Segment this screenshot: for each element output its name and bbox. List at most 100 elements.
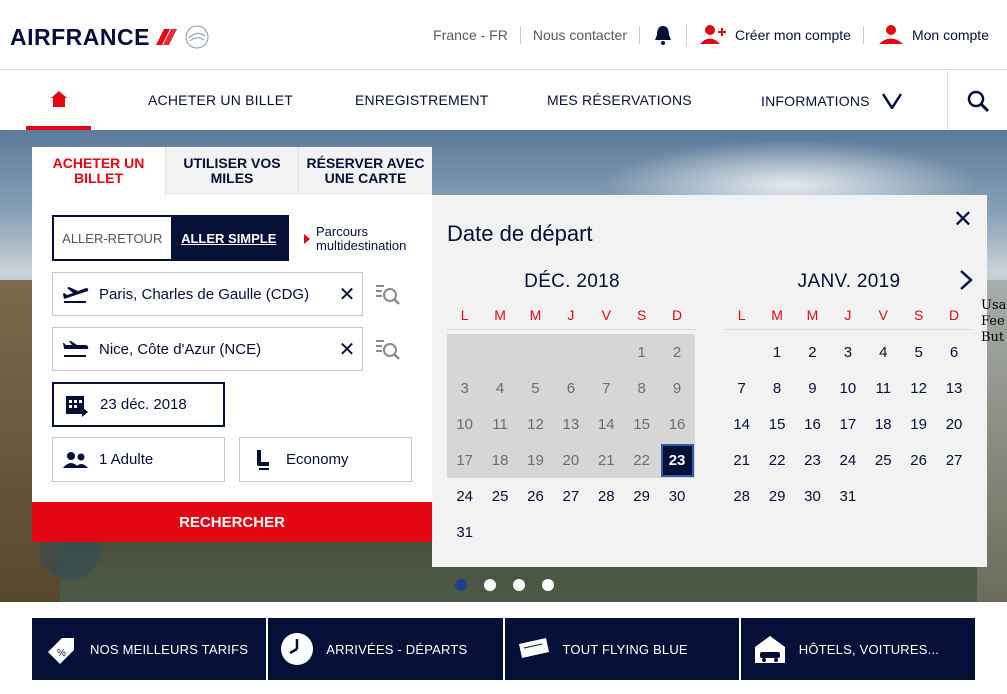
calendar-day[interactable]: 13: [936, 370, 971, 406]
calendar-day[interactable]: 6: [936, 334, 971, 370]
airfrance-logo[interactable]: AIRFRANCE: [10, 22, 212, 52]
calendar-day[interactable]: 9: [795, 370, 830, 406]
calendar-day[interactable]: 31: [830, 478, 865, 514]
calendar-day[interactable]: 26: [518, 478, 553, 514]
hotel-car-icon: [741, 633, 799, 665]
calendar-day[interactable]: 4: [866, 334, 901, 370]
clear-origin-icon[interactable]: ✕: [332, 282, 362, 307]
calendar-day[interactable]: 29: [759, 478, 794, 514]
contact-link[interactable]: Nous contacter: [521, 26, 641, 44]
one-way-option[interactable]: ALLER SIMPLE: [170, 217, 287, 259]
home-button[interactable]: [26, 71, 91, 130]
weekday-header: LMMJVSD: [724, 307, 974, 330]
country-selector[interactable]: France - FR: [421, 26, 521, 44]
search-airport-destination-icon[interactable]: [374, 335, 402, 363]
calendar-day[interactable]: 27: [936, 442, 971, 478]
calendar-day: 16: [659, 406, 695, 442]
close-icon[interactable]: ✕: [953, 205, 973, 234]
calendar-day[interactable]: 30: [795, 478, 830, 514]
calendar-day[interactable]: 24: [830, 442, 865, 478]
calendar-empty-cell: [588, 334, 624, 370]
my-account-link[interactable]: Mon compte: [862, 25, 1001, 44]
origin-field[interactable]: Paris, Charles de Gaulle (CDG) ✕: [52, 272, 363, 316]
round-trip-option[interactable]: ALLER-RETOUR: [54, 217, 171, 259]
skyteam-seal-icon: [185, 25, 209, 49]
tab-use-miles[interactable]: UTILISER VOS MILES: [165, 147, 298, 195]
search-flights-button[interactable]: RECHERCHER: [32, 502, 432, 542]
search-airport-origin-icon[interactable]: [374, 280, 402, 308]
cabin-field[interactable]: Economy: [239, 437, 412, 482]
seat-icon: [240, 448, 286, 472]
calendar-day[interactable]: 19: [901, 406, 936, 442]
create-account-link[interactable]: Créer mon compte: [687, 25, 863, 44]
calendar-day[interactable]: 2: [795, 334, 830, 370]
overflow-line: Fee: [981, 314, 1005, 329]
calendar-day[interactable]: 30: [659, 478, 694, 514]
departure-date-value: 23 déc. 2018: [100, 396, 187, 413]
calendar-day[interactable]: 22: [759, 442, 794, 478]
calendar-day[interactable]: 27: [553, 478, 588, 514]
calendar-day[interactable]: 14: [724, 406, 759, 442]
calendar-day[interactable]: 5: [901, 334, 936, 370]
calendar-day[interactable]: 24: [447, 478, 482, 514]
calendar-day[interactable]: 28: [589, 478, 624, 514]
carousel-dot[interactable]: [455, 579, 467, 591]
calendar-day: 17: [447, 442, 483, 478]
carousel-dot[interactable]: [484, 579, 496, 591]
calendar-day[interactable]: 29: [624, 478, 659, 514]
passengers-field[interactable]: 1 Adulte: [52, 437, 225, 482]
calendar-day[interactable]: 25: [866, 442, 901, 478]
calendar-day[interactable]: 18: [866, 406, 901, 442]
calendar-day[interactable]: 16: [795, 406, 830, 442]
calendar-day: 10: [447, 406, 483, 442]
calendar-day[interactable]: 25: [482, 478, 517, 514]
calendar-day[interactable]: 1: [759, 334, 794, 370]
calendar-day[interactable]: 10: [830, 370, 865, 406]
clear-destination-icon[interactable]: ✕: [332, 337, 362, 362]
quick-link-flying-blue[interactable]: TOUT FLYING BLUE: [504, 618, 739, 680]
nav-checkin[interactable]: ENREGISTREMENT: [355, 71, 488, 130]
multi-destination-link[interactable]: Parcours multidestination: [304, 225, 426, 253]
calendar-day[interactable]: 20: [936, 406, 971, 442]
calendar-icon: [54, 393, 100, 417]
calendar-day[interactable]: 17: [830, 406, 865, 442]
calendar-day-selected[interactable]: 23: [659, 442, 695, 478]
nav-information[interactable]: INFORMATIONS: [761, 71, 902, 130]
calendar-empty-cell: [553, 334, 589, 370]
calendar-empty-cell: [482, 334, 518, 370]
weekday-label: L: [737, 307, 746, 323]
weekday-label: V: [601, 307, 611, 323]
nav-search-button[interactable]: [947, 71, 1007, 130]
tab-buy-ticket[interactable]: ACHETER UN BILLET: [32, 147, 165, 195]
calendar-day: 15: [623, 406, 660, 442]
calendar-day[interactable]: 31: [447, 514, 482, 550]
calendar-day[interactable]: 11: [866, 370, 901, 406]
quick-link-hotels-cars[interactable]: HÔTELS, VOITURES...: [740, 618, 975, 680]
calendar-day[interactable]: 7: [724, 370, 759, 406]
overflow-text: Usa Fee But: [981, 298, 1006, 346]
nav-buy-ticket[interactable]: ACHETER UN BILLET: [148, 71, 293, 130]
cabin-value: Economy: [286, 451, 349, 468]
chevron-down-icon: [881, 92, 902, 109]
carousel-dot[interactable]: [542, 579, 554, 591]
nav-information-label: INFORMATIONS: [761, 92, 870, 109]
quick-link-arrivals-departures[interactable]: ARRIVÉES - DÉPARTS: [268, 618, 503, 680]
calendar-day[interactable]: 28: [724, 478, 759, 514]
calendar-day[interactable]: 21: [724, 442, 759, 478]
calendar-day[interactable]: 3: [830, 334, 865, 370]
calendar-day[interactable]: 15: [759, 406, 794, 442]
takeoff-icon: [53, 285, 99, 303]
nav-my-bookings[interactable]: MES RÉSERVATIONS: [547, 71, 692, 130]
tab-book-with-card[interactable]: RÉSERVER AVEC UNE CARTE: [298, 147, 432, 195]
departure-date-field[interactable]: 23 déc. 2018: [52, 382, 225, 427]
calendar-day: 2: [659, 334, 695, 370]
calendar-day[interactable]: 8: [759, 370, 794, 406]
calendar-day[interactable]: 26: [901, 442, 936, 478]
calendar-day[interactable]: 12: [901, 370, 936, 406]
calendar-day[interactable]: 23: [795, 442, 830, 478]
carousel-dot[interactable]: [513, 579, 525, 591]
destination-field[interactable]: Nice, Côte d'Azur (NCE) ✕: [52, 327, 363, 371]
weekday-label: D: [948, 307, 960, 323]
quick-link-best-fares[interactable]: % NOS MEILLEURS TARIFS: [32, 618, 267, 680]
notifications-bell-icon[interactable]: [640, 24, 688, 46]
